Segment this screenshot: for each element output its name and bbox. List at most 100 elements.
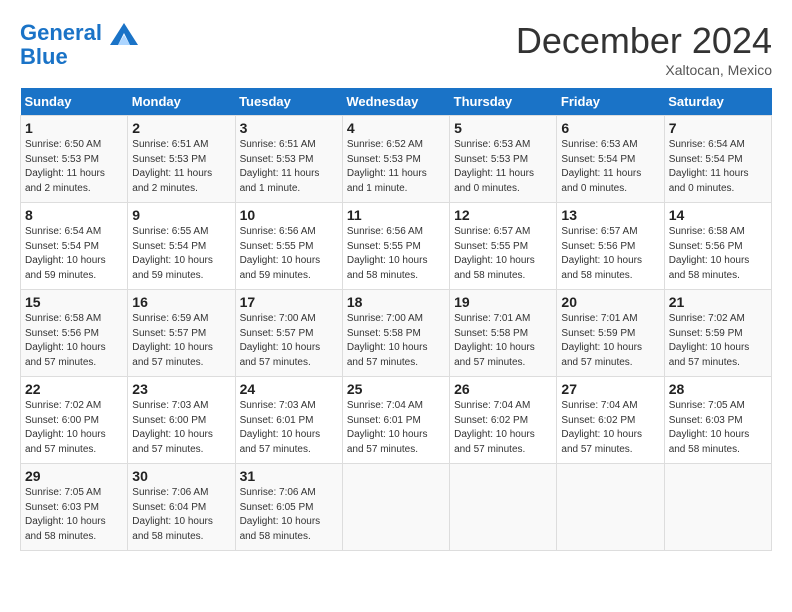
day-number: 25 [347,381,445,397]
header-cell-saturday: Saturday [664,88,771,116]
day-info: Sunrise: 6:56 AM Sunset: 5:55 PM Dayligh… [240,225,338,283]
day-cell: 19 Sunrise: 7:01 AM Sunset: 5:58 PM Dayl… [450,290,557,377]
day-number: 31 [240,468,338,484]
day-number: 15 [25,294,123,310]
day-number: 16 [132,294,230,310]
day-number: 4 [347,120,445,136]
day-number: 20 [561,294,659,310]
day-info: Sunrise: 7:02 AM Sunset: 6:00 PM Dayligh… [25,399,123,457]
day-cell: 7 Sunrise: 6:54 AM Sunset: 5:54 PM Dayli… [664,116,771,203]
day-cell: 4 Sunrise: 6:52 AM Sunset: 5:53 PM Dayli… [342,116,449,203]
day-number: 24 [240,381,338,397]
day-info: Sunrise: 7:03 AM Sunset: 6:00 PM Dayligh… [132,399,230,457]
week-row-4: 22 Sunrise: 7:02 AM Sunset: 6:00 PM Dayl… [21,377,772,464]
day-cell: 5 Sunrise: 6:53 AM Sunset: 5:53 PM Dayli… [450,116,557,203]
day-cell: 23 Sunrise: 7:03 AM Sunset: 6:00 PM Dayl… [128,377,235,464]
day-info: Sunrise: 6:54 AM Sunset: 5:54 PM Dayligh… [25,225,123,283]
day-number: 1 [25,120,123,136]
day-info: Sunrise: 7:03 AM Sunset: 6:01 PM Dayligh… [240,399,338,457]
day-cell: 16 Sunrise: 6:59 AM Sunset: 5:57 PM Dayl… [128,290,235,377]
day-cell: 25 Sunrise: 7:04 AM Sunset: 6:01 PM Dayl… [342,377,449,464]
calendar-body: 1 Sunrise: 6:50 AM Sunset: 5:53 PM Dayli… [21,116,772,551]
title-block: December 2024 Xaltocan, Mexico [516,20,772,78]
day-number: 21 [669,294,767,310]
day-cell: 13 Sunrise: 6:57 AM Sunset: 5:56 PM Dayl… [557,203,664,290]
day-info: Sunrise: 6:53 AM Sunset: 5:54 PM Dayligh… [561,138,659,196]
day-cell: 27 Sunrise: 7:04 AM Sunset: 6:02 PM Dayl… [557,377,664,464]
day-number: 6 [561,120,659,136]
day-info: Sunrise: 6:57 AM Sunset: 5:55 PM Dayligh… [454,225,552,283]
day-cell: 21 Sunrise: 7:02 AM Sunset: 5:59 PM Dayl… [664,290,771,377]
day-info: Sunrise: 6:51 AM Sunset: 5:53 PM Dayligh… [240,138,338,196]
day-cell [557,464,664,551]
day-number: 19 [454,294,552,310]
calendar-table: SundayMondayTuesdayWednesdayThursdayFrid… [20,88,772,551]
day-info: Sunrise: 6:55 AM Sunset: 5:54 PM Dayligh… [132,225,230,283]
page-header: General Blue December 2024 Xaltocan, Mex… [20,20,772,78]
day-cell: 28 Sunrise: 7:05 AM Sunset: 6:03 PM Dayl… [664,377,771,464]
day-number: 8 [25,207,123,223]
day-number: 7 [669,120,767,136]
day-cell: 1 Sunrise: 6:50 AM Sunset: 5:53 PM Dayli… [21,116,128,203]
day-number: 5 [454,120,552,136]
day-number: 9 [132,207,230,223]
day-cell: 24 Sunrise: 7:03 AM Sunset: 6:01 PM Dayl… [235,377,342,464]
day-info: Sunrise: 6:51 AM Sunset: 5:53 PM Dayligh… [132,138,230,196]
logo: General Blue [20,20,140,68]
day-number: 23 [132,381,230,397]
day-cell: 26 Sunrise: 7:04 AM Sunset: 6:02 PM Dayl… [450,377,557,464]
day-number: 11 [347,207,445,223]
header-cell-friday: Friday [557,88,664,116]
day-number: 14 [669,207,767,223]
day-number: 2 [132,120,230,136]
day-cell [342,464,449,551]
day-cell: 20 Sunrise: 7:01 AM Sunset: 5:59 PM Dayl… [557,290,664,377]
logo-icon [110,23,138,45]
day-info: Sunrise: 7:04 AM Sunset: 6:02 PM Dayligh… [454,399,552,457]
day-cell: 6 Sunrise: 6:53 AM Sunset: 5:54 PM Dayli… [557,116,664,203]
day-info: Sunrise: 7:06 AM Sunset: 6:05 PM Dayligh… [240,486,338,544]
day-info: Sunrise: 7:00 AM Sunset: 5:58 PM Dayligh… [347,312,445,370]
day-number: 12 [454,207,552,223]
header-row: SundayMondayTuesdayWednesdayThursdayFrid… [21,88,772,116]
day-info: Sunrise: 6:58 AM Sunset: 5:56 PM Dayligh… [669,225,767,283]
day-cell: 10 Sunrise: 6:56 AM Sunset: 5:55 PM Dayl… [235,203,342,290]
week-row-5: 29 Sunrise: 7:05 AM Sunset: 6:03 PM Dayl… [21,464,772,551]
day-cell: 17 Sunrise: 7:00 AM Sunset: 5:57 PM Dayl… [235,290,342,377]
day-info: Sunrise: 7:00 AM Sunset: 5:57 PM Dayligh… [240,312,338,370]
day-number: 22 [25,381,123,397]
day-info: Sunrise: 6:53 AM Sunset: 5:53 PM Dayligh… [454,138,552,196]
header-cell-wednesday: Wednesday [342,88,449,116]
day-info: Sunrise: 7:06 AM Sunset: 6:04 PM Dayligh… [132,486,230,544]
day-number: 26 [454,381,552,397]
logo-subtext: Blue [20,46,140,68]
day-info: Sunrise: 6:59 AM Sunset: 5:57 PM Dayligh… [132,312,230,370]
calendar-header: SundayMondayTuesdayWednesdayThursdayFrid… [21,88,772,116]
day-info: Sunrise: 6:56 AM Sunset: 5:55 PM Dayligh… [347,225,445,283]
day-info: Sunrise: 7:01 AM Sunset: 5:59 PM Dayligh… [561,312,659,370]
day-info: Sunrise: 7:01 AM Sunset: 5:58 PM Dayligh… [454,312,552,370]
day-number: 29 [25,468,123,484]
day-cell: 18 Sunrise: 7:00 AM Sunset: 5:58 PM Dayl… [342,290,449,377]
week-row-1: 1 Sunrise: 6:50 AM Sunset: 5:53 PM Dayli… [21,116,772,203]
logo-text: General [20,20,140,46]
day-info: Sunrise: 7:04 AM Sunset: 6:02 PM Dayligh… [561,399,659,457]
day-number: 17 [240,294,338,310]
day-number: 13 [561,207,659,223]
day-cell: 14 Sunrise: 6:58 AM Sunset: 5:56 PM Dayl… [664,203,771,290]
day-number: 3 [240,120,338,136]
day-info: Sunrise: 7:04 AM Sunset: 6:01 PM Dayligh… [347,399,445,457]
week-row-2: 8 Sunrise: 6:54 AM Sunset: 5:54 PM Dayli… [21,203,772,290]
day-cell: 31 Sunrise: 7:06 AM Sunset: 6:05 PM Dayl… [235,464,342,551]
day-info: Sunrise: 6:52 AM Sunset: 5:53 PM Dayligh… [347,138,445,196]
day-info: Sunrise: 7:05 AM Sunset: 6:03 PM Dayligh… [669,399,767,457]
day-cell: 8 Sunrise: 6:54 AM Sunset: 5:54 PM Dayli… [21,203,128,290]
day-cell: 11 Sunrise: 6:56 AM Sunset: 5:55 PM Dayl… [342,203,449,290]
day-number: 28 [669,381,767,397]
day-info: Sunrise: 7:05 AM Sunset: 6:03 PM Dayligh… [25,486,123,544]
day-info: Sunrise: 6:58 AM Sunset: 5:56 PM Dayligh… [25,312,123,370]
day-info: Sunrise: 6:54 AM Sunset: 5:54 PM Dayligh… [669,138,767,196]
day-number: 27 [561,381,659,397]
day-info: Sunrise: 6:50 AM Sunset: 5:53 PM Dayligh… [25,138,123,196]
day-info: Sunrise: 6:57 AM Sunset: 5:56 PM Dayligh… [561,225,659,283]
